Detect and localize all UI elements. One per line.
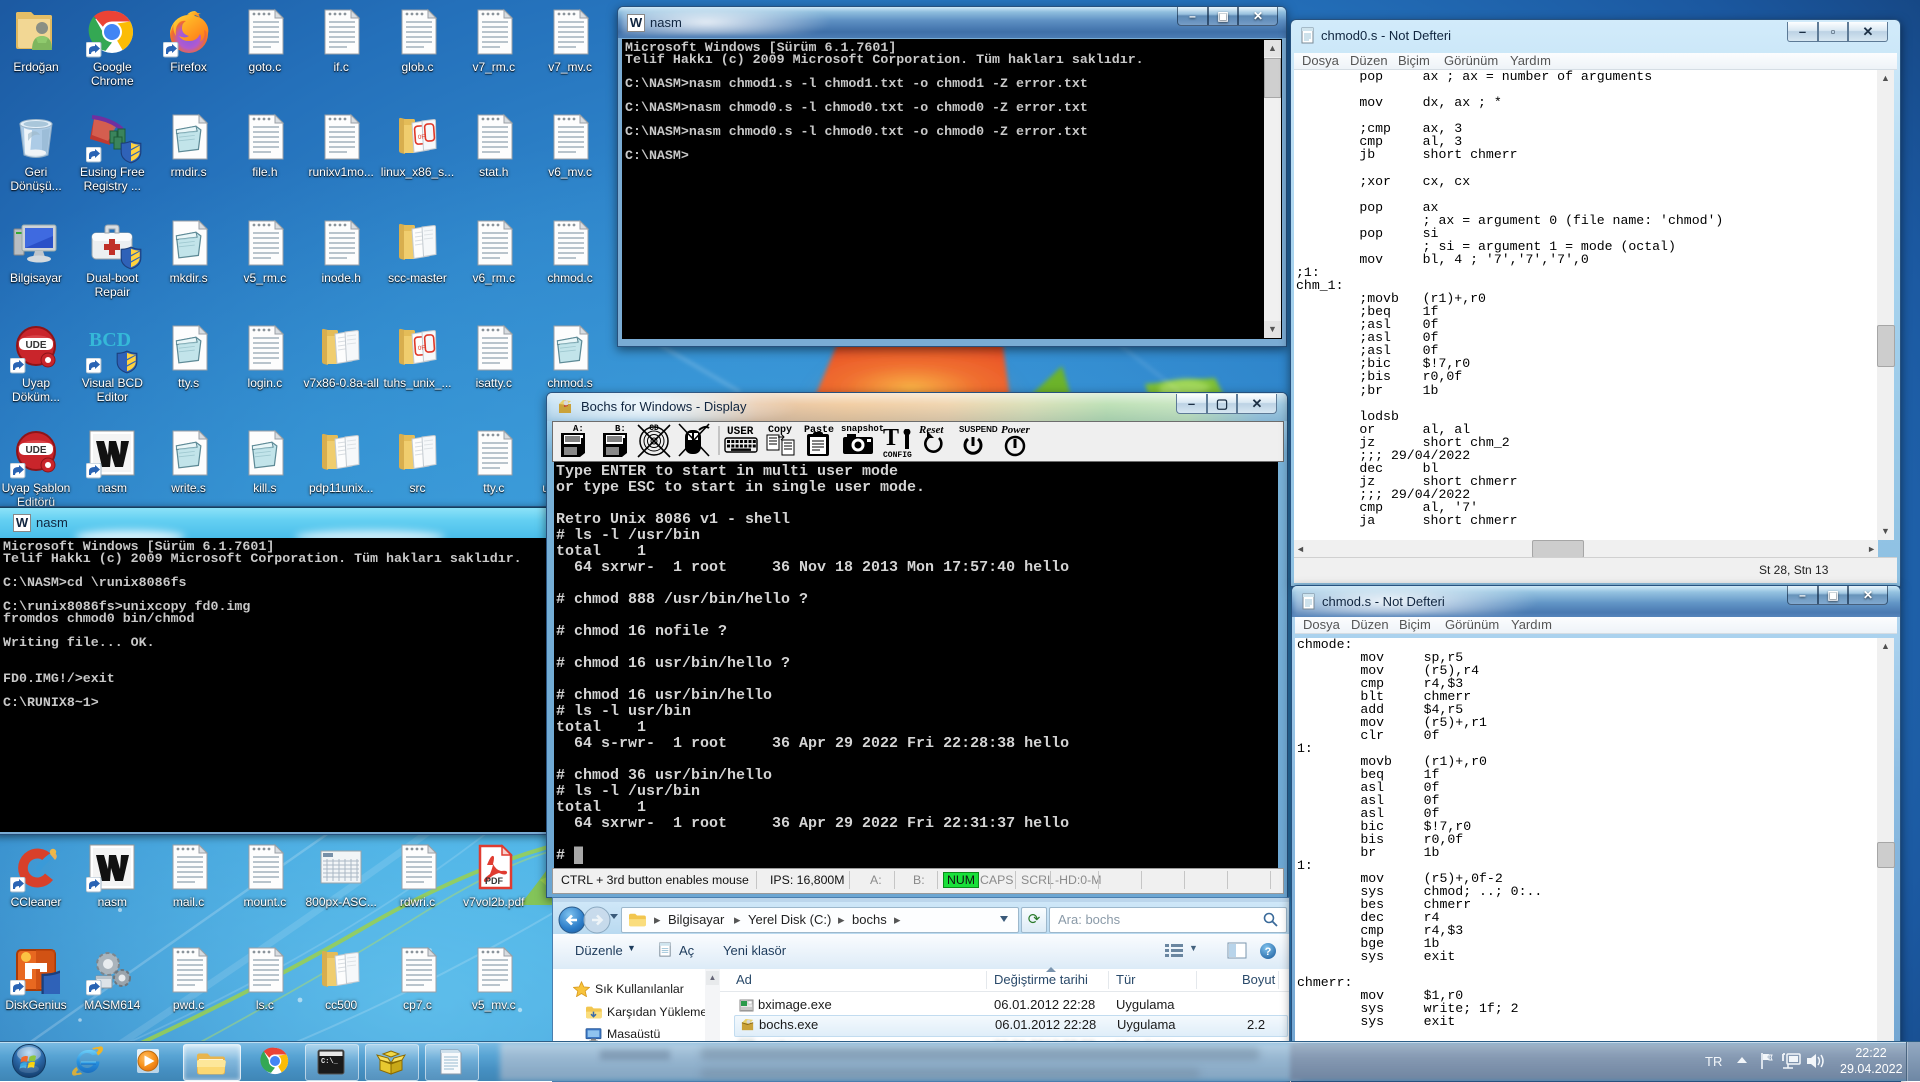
svg-text:A:: A: bbox=[573, 424, 584, 434]
svg-text:Power: Power bbox=[1001, 424, 1030, 436]
svg-text:Reset: Reset bbox=[918, 424, 944, 436]
svg-text:USER: USER bbox=[727, 426, 754, 438]
svg-text:SUSPEND: SUSPEND bbox=[959, 425, 998, 434]
svg-text:B:: B: bbox=[615, 424, 626, 434]
svg-text:?: ? bbox=[1265, 946, 1272, 958]
svg-text:snapshot: snapshot bbox=[841, 424, 884, 434]
svg-text:CD: CD bbox=[649, 424, 659, 433]
svg-text:C:\_: C:\_ bbox=[321, 1058, 339, 1066]
svg-text:CONFIG: CONFIG bbox=[883, 451, 912, 459]
svg-text:T: T bbox=[883, 425, 899, 451]
svg-text:Copy: Copy bbox=[768, 425, 792, 436]
